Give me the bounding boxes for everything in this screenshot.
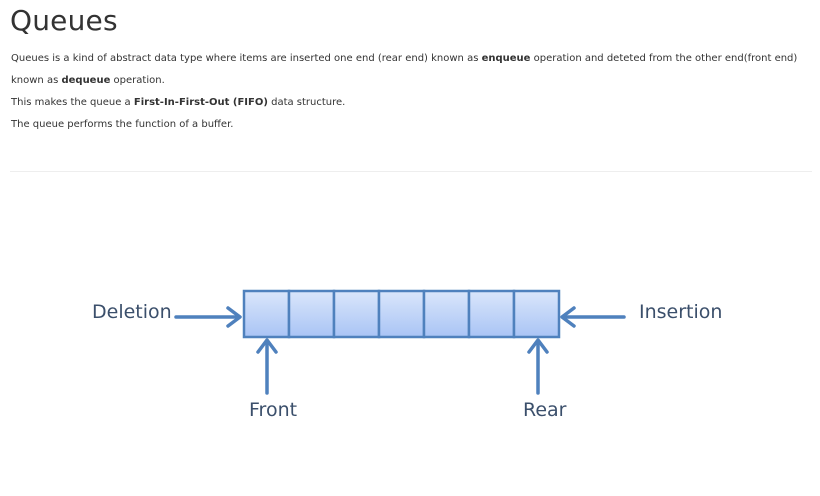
insertion-arrow-icon — [560, 306, 626, 328]
rear-arrow-icon — [527, 338, 549, 395]
queue-cell — [242, 289, 291, 339]
front-arrow-icon — [256, 338, 278, 395]
queue-cell — [422, 289, 471, 339]
queue-diagram: Deletion Insertion Front Rear — [92, 289, 722, 421]
insertion-label: Insertion — [639, 301, 722, 323]
front-label: Front — [249, 399, 297, 421]
queue-cell — [287, 289, 336, 339]
queue-cell — [377, 289, 426, 339]
rear-label: Rear — [523, 399, 567, 421]
queue-cell — [512, 289, 561, 339]
deletion-arrow-icon — [174, 306, 242, 328]
queue-cell — [332, 289, 381, 339]
queue-cell — [467, 289, 516, 339]
deletion-label: Deletion — [92, 301, 172, 323]
queue-cells — [242, 289, 561, 339]
